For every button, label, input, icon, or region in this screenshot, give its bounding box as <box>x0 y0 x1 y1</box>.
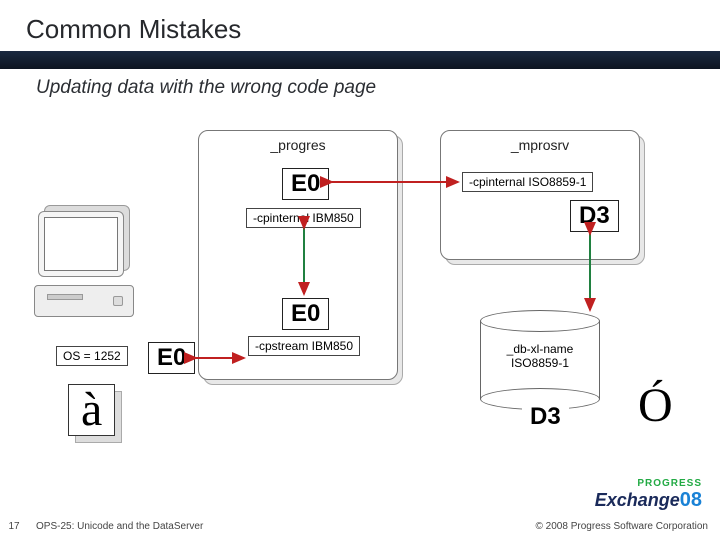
code-client-stream: E0 <box>282 298 329 330</box>
footer: 17 OPS-25: Unicode and the DataServer © … <box>0 512 720 540</box>
code-client-internal: E0 <box>282 168 329 200</box>
code-os-out: E0 <box>148 342 195 374</box>
slide-subtitle: Updating data with the wrong code page <box>36 77 720 99</box>
label-client-cpstream: -cpstream IBM850 <box>248 336 360 356</box>
diagram-stage: _progres E0 -cpinternal IBM850 E0 -cpstr… <box>0 110 720 470</box>
logo-year: 08 <box>680 489 702 511</box>
logo-event: Exchange <box>595 490 680 510</box>
title-bar <box>0 51 720 69</box>
glyph-output: Ó <box>638 378 673 433</box>
label-client-cpinternal: -cpinternal IBM850 <box>246 208 361 228</box>
page-number: 17 <box>0 521 28 532</box>
footer-title: OPS-25: Unicode and the DataServer <box>36 521 203 532</box>
label-server-cpinternal: -cpinternal ISO8859-1 <box>462 172 593 192</box>
server-box: _mprosrv <box>440 130 640 260</box>
code-db-stored: D3 <box>522 402 569 432</box>
server-box-title: _mprosrv <box>511 137 569 153</box>
db-label: _db-xl-name ISO8859-1 <box>480 342 600 371</box>
logo: PROGRESS Exchange08 <box>595 478 702 512</box>
os-label: OS = 1252 <box>56 346 128 366</box>
code-server-internal: D3 <box>570 200 619 232</box>
copyright: © 2008 Progress Software Corporation <box>536 521 708 532</box>
glyph-input: à <box>68 384 115 436</box>
logo-brand: PROGRESS <box>595 478 702 489</box>
computer-icon <box>28 205 148 335</box>
slide-title: Common Mistakes <box>26 14 720 45</box>
client-box-title: _progres <box>270 137 325 153</box>
